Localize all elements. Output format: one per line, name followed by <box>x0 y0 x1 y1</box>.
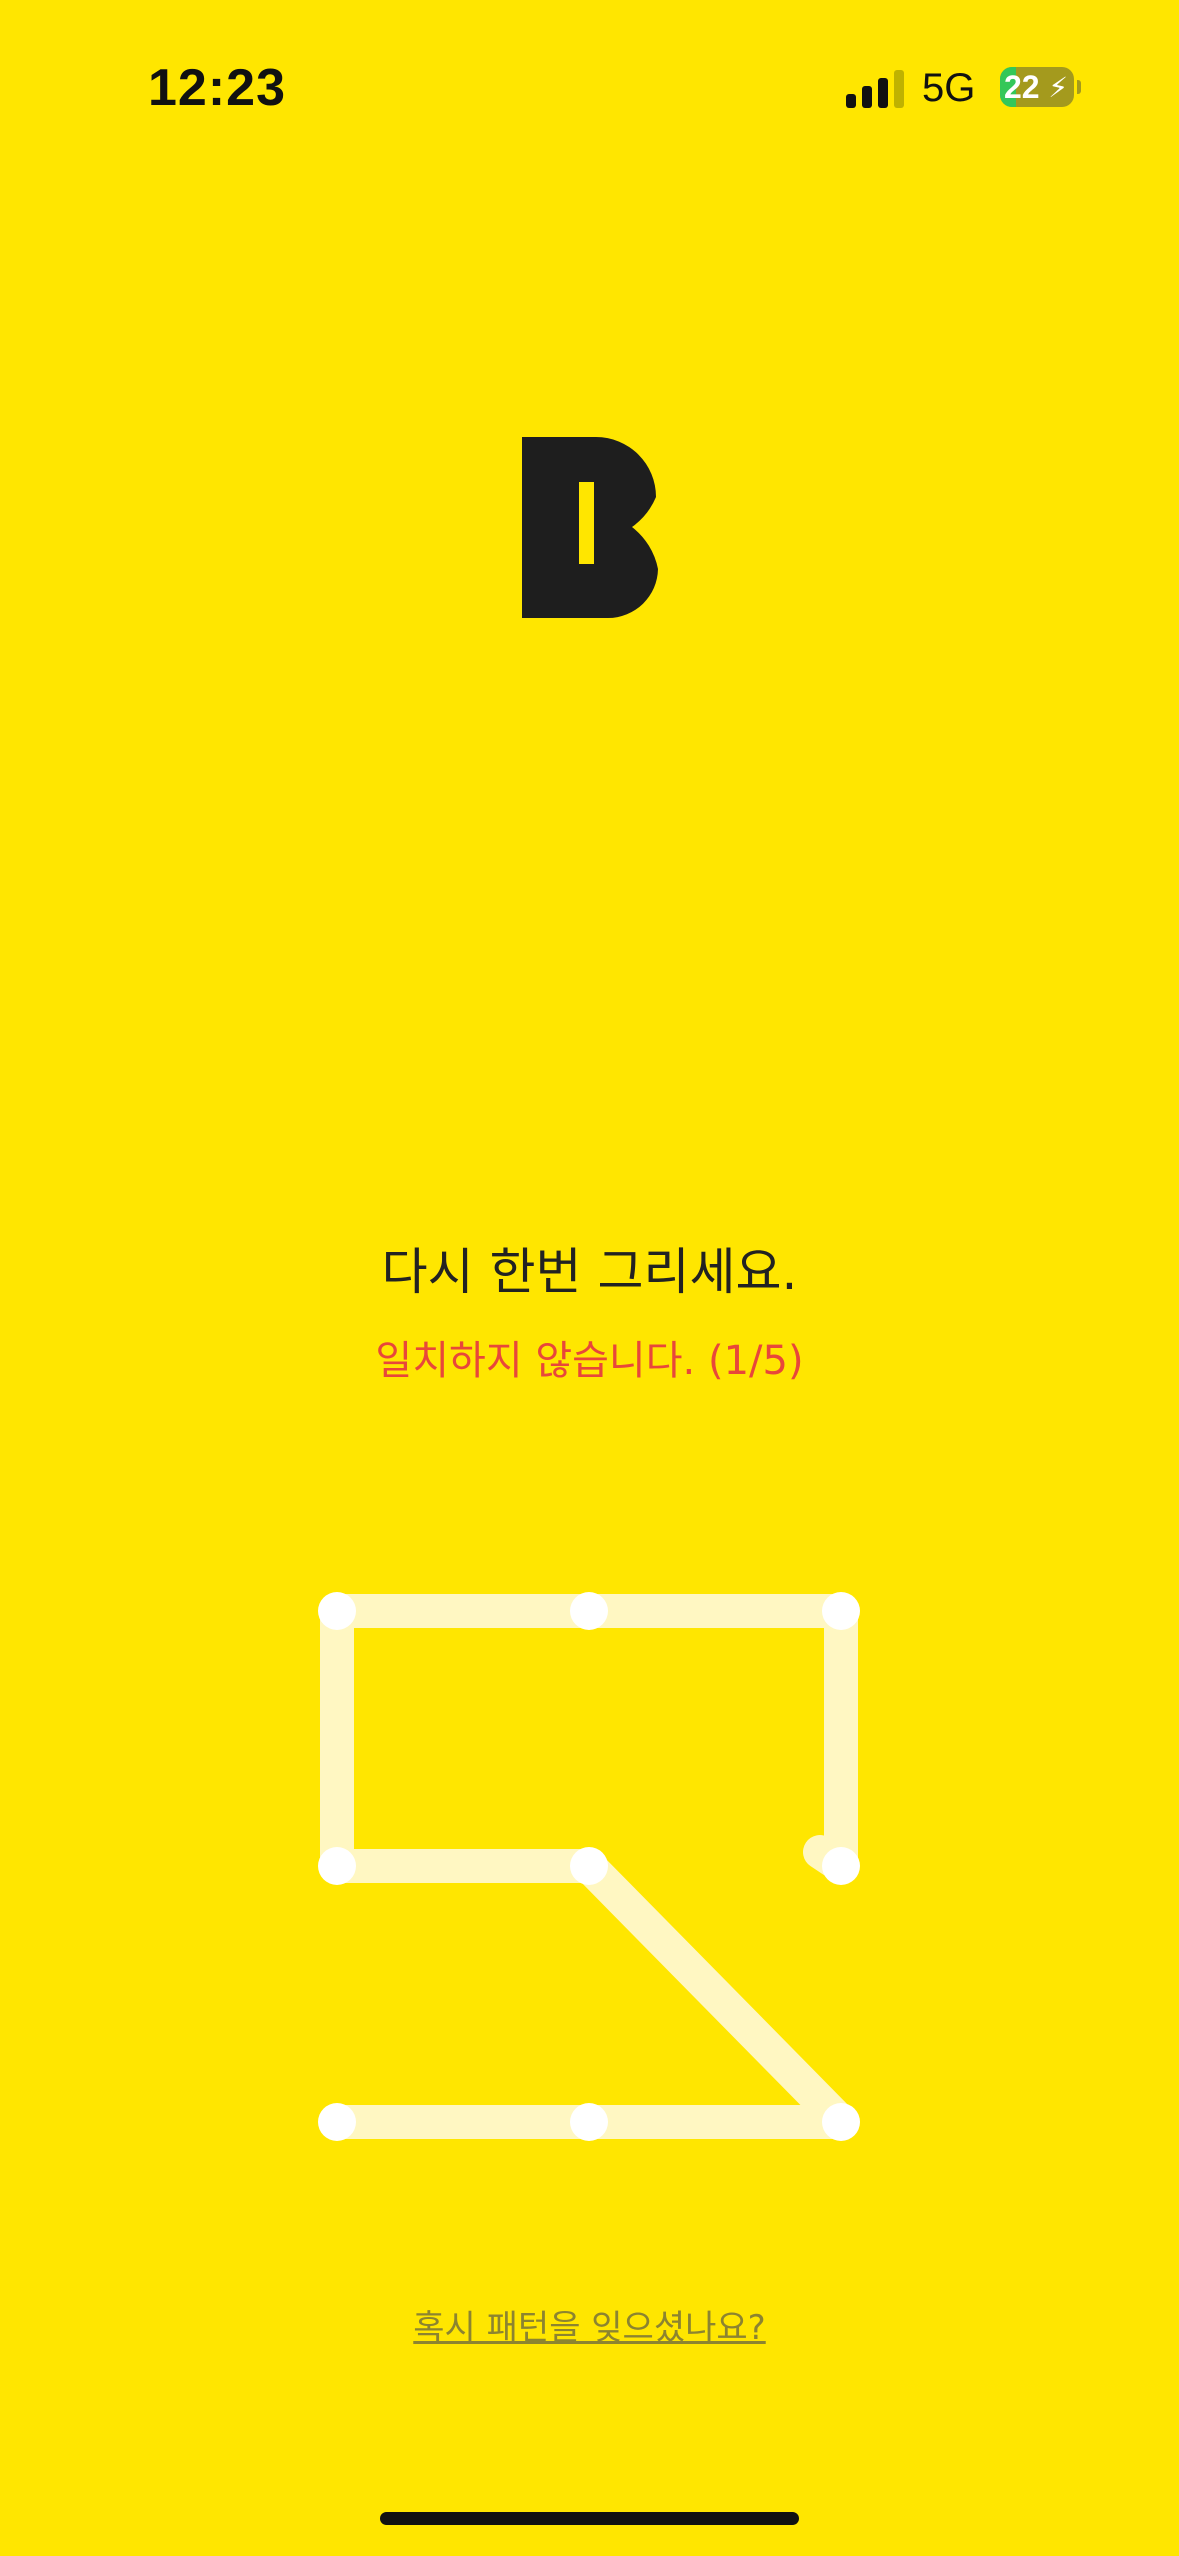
pattern-dot-4 <box>318 1847 356 1885</box>
pattern-dot-2 <box>570 1592 608 1630</box>
pattern-line <box>320 1849 858 2139</box>
pattern-dot-8 <box>570 2103 608 2141</box>
pattern-dot-5 <box>570 1847 608 1885</box>
home-indicator[interactable] <box>380 2512 799 2525</box>
pattern-dot-1 <box>318 1592 356 1630</box>
pattern-dot-3 <box>822 1592 860 1630</box>
pattern-lock-grid[interactable] <box>0 0 1179 2556</box>
pattern-line <box>320 1594 858 1883</box>
pattern-dot-9 <box>822 2103 860 2141</box>
pattern-dot-6 <box>822 1847 860 1885</box>
pattern-dot-7 <box>318 2103 356 2141</box>
forgot-pattern-link[interactable]: 혹시 패턴을 잊으셨나요? <box>0 2300 1179 2349</box>
